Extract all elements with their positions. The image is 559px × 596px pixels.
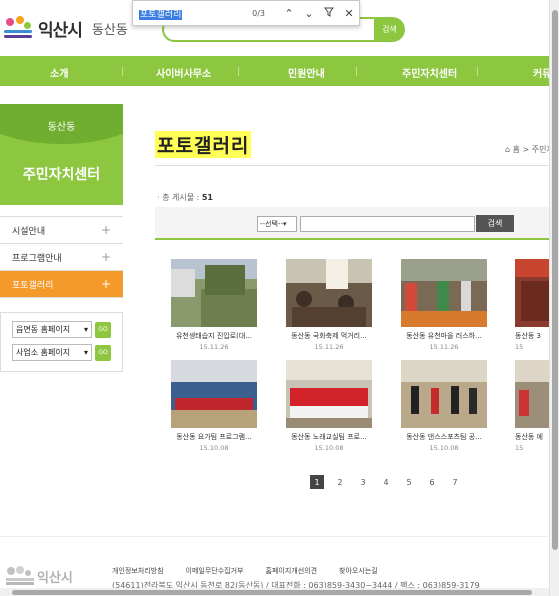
gallery-date: 15.10.08 bbox=[314, 444, 344, 452]
home-icon: ⌂ bbox=[505, 145, 511, 154]
find-bar: 포토갤러리 0/3 ⌃ ⌄ ✕ bbox=[132, 0, 360, 26]
gallery-date: 15.11.26 bbox=[199, 343, 229, 351]
gallery-item[interactable]: 동산동 노래교실팀 프로... 15.10.08 bbox=[285, 360, 373, 452]
close-icon[interactable]: ✕ bbox=[339, 7, 359, 20]
gallery-search-bar: --선택-- ▾ 검색 bbox=[155, 207, 559, 240]
horizontal-scrollbar[interactable] bbox=[0, 588, 549, 596]
gallery-caption[interactable]: 동산동 댄스스포츠팀 공... bbox=[400, 432, 488, 442]
gallery-search-button[interactable]: 검색 bbox=[476, 215, 514, 232]
page-button[interactable]: 5 bbox=[402, 475, 416, 489]
chevron-down-icon[interactable]: ⌄ bbox=[299, 7, 319, 20]
page-button[interactable]: 4 bbox=[379, 475, 393, 489]
gallery-caption[interactable]: 동산동 요가팀 프로그램... bbox=[170, 432, 258, 442]
gallery-thumbnail[interactable] bbox=[401, 360, 487, 428]
plus-icon: + bbox=[100, 223, 111, 237]
page-button[interactable]: 6 bbox=[425, 475, 439, 489]
gallery-date: 15.11.26 bbox=[314, 343, 344, 351]
sidebar-homepage-selects: 읍면동 홈페이지 ▾ GO 사업소 홈페이지 ▾ GO bbox=[0, 312, 123, 372]
gallery-caption[interactable]: 동산동 노래교실팀 프로... bbox=[285, 432, 373, 442]
logo-dong-name: 동산동 bbox=[91, 22, 128, 38]
filter-icon[interactable] bbox=[319, 7, 339, 20]
sidebar-menu: 시설안내 + 프로그램안내 + 포토갤러리 + bbox=[0, 216, 123, 298]
main-nav: 소개 사이버사무소 민원안내 주민자치센터 커뮤 bbox=[0, 56, 559, 86]
page-button[interactable]: 7 bbox=[448, 475, 462, 489]
nav-item-community-center[interactable]: 주민자치센터 bbox=[402, 65, 457, 80]
page-title: 포토갤러리 bbox=[155, 131, 252, 158]
gallery-thumbnail[interactable] bbox=[401, 259, 487, 327]
search-field-select[interactable]: --선택-- ▾ bbox=[257, 216, 297, 232]
eupmyeondong-homepage-select[interactable]: 읍면동 홈페이지 ▾ bbox=[12, 321, 92, 338]
gallery-thumbnail[interactable] bbox=[171, 259, 257, 327]
gallery-date: 15.11.26 bbox=[429, 343, 459, 351]
footer-link-email-refusal[interactable]: 이메일무단수집거부 bbox=[186, 566, 244, 576]
go-button[interactable]: GO bbox=[95, 344, 111, 361]
page-button[interactable]: 2 bbox=[333, 475, 347, 489]
nav-item-civil[interactable]: 민원안내 bbox=[288, 65, 325, 80]
office-homepage-select[interactable]: 사업소 홈페이지 ▾ bbox=[12, 344, 92, 361]
chevron-down-icon: ▾ bbox=[83, 325, 88, 334]
gallery-item[interactable]: 동산동 유천마을 러스하... 15.11.26 bbox=[400, 259, 488, 351]
gallery-thumbnail[interactable] bbox=[286, 360, 372, 428]
sidebar-title: 주민자치센터 bbox=[22, 167, 101, 183]
go-button[interactable]: GO bbox=[95, 321, 111, 338]
total-posts: · 총 게시물 : 51 bbox=[157, 193, 213, 202]
iksan-logo-icon bbox=[6, 566, 34, 585]
gallery-date: 15.10.08 bbox=[429, 444, 459, 452]
footer-link-feedback[interactable]: 홈페이지개선의견 bbox=[266, 566, 318, 576]
gallery-item[interactable]: 유천생태습지 진입로(대... 15.11.26 bbox=[170, 259, 258, 351]
nav-item-intro[interactable]: 소개 bbox=[50, 65, 68, 80]
footer-link-directions[interactable]: 찾아오시는길 bbox=[339, 566, 378, 576]
footer-logo: 익산시 bbox=[6, 566, 73, 586]
chevron-down-icon: ▾ bbox=[83, 348, 88, 357]
sidebar-item-photo-gallery[interactable]: 포토갤러리 + bbox=[0, 271, 123, 298]
footer-link-privacy[interactable]: 개인정보처리방침 bbox=[112, 566, 164, 576]
page-button[interactable]: 3 bbox=[356, 475, 370, 489]
footer: 익산시 개인정보처리방침 이메일무단수집거부 홈페이지개선의견 찾아오시는길 (… bbox=[0, 536, 559, 596]
breadcrumb: ⌂ 홈 > 주민자 bbox=[505, 145, 554, 154]
nav-item-cyber-office[interactable]: 사이버사무소 bbox=[156, 65, 211, 80]
footer-links: 개인정보처리방침 이메일무단수집거부 홈페이지개선의견 찾아오시는길 bbox=[112, 566, 400, 576]
chevron-up-icon[interactable]: ⌃ bbox=[279, 7, 299, 20]
find-match-count: 0/3 bbox=[252, 8, 265, 18]
sidebar-item-program[interactable]: 프로그램안내 + bbox=[0, 244, 123, 271]
gallery-thumbnail[interactable] bbox=[286, 259, 372, 327]
plus-icon: + bbox=[100, 277, 111, 291]
gallery-item[interactable]: 동산동 국화축제 먹거리... 15.11.26 bbox=[285, 259, 373, 351]
gallery-item[interactable]: 동산동 요가팀 프로그램... 15.10.08 bbox=[170, 360, 258, 452]
iksan-logo-icon bbox=[4, 14, 34, 42]
sidebar-header: 동산동 주민자치센터 bbox=[0, 104, 123, 205]
gallery-thumbnail[interactable] bbox=[171, 360, 257, 428]
gallery-item[interactable]: 동산동 댄스스포츠팀 공... 15.10.08 bbox=[400, 360, 488, 452]
site-search-button[interactable]: 검색 bbox=[374, 17, 405, 42]
pagination: 1 2 3 4 5 6 7 bbox=[310, 475, 471, 489]
plus-icon: + bbox=[100, 250, 111, 264]
site-logo[interactable]: 익산시 동산동 bbox=[4, 14, 128, 42]
gallery-caption[interactable]: 유천생태습지 진입로(대... bbox=[170, 331, 258, 341]
gallery-search-input[interactable] bbox=[300, 216, 475, 232]
page-button[interactable]: 1 bbox=[310, 475, 324, 489]
vertical-scrollbar[interactable] bbox=[549, 0, 559, 596]
logo-city-name: 익산시 bbox=[38, 20, 83, 41]
find-input[interactable]: 포토갤러리 bbox=[139, 7, 245, 20]
gallery-caption[interactable]: 동산동 유천마을 러스하... bbox=[400, 331, 488, 341]
sidebar-item-facility[interactable]: 시설안내 + bbox=[0, 217, 123, 244]
gallery-caption[interactable]: 동산동 국화축제 먹거리... bbox=[285, 331, 373, 341]
sidebar-subtitle: 동산동 bbox=[47, 122, 76, 133]
gallery-date: 15.10.08 bbox=[199, 444, 229, 452]
